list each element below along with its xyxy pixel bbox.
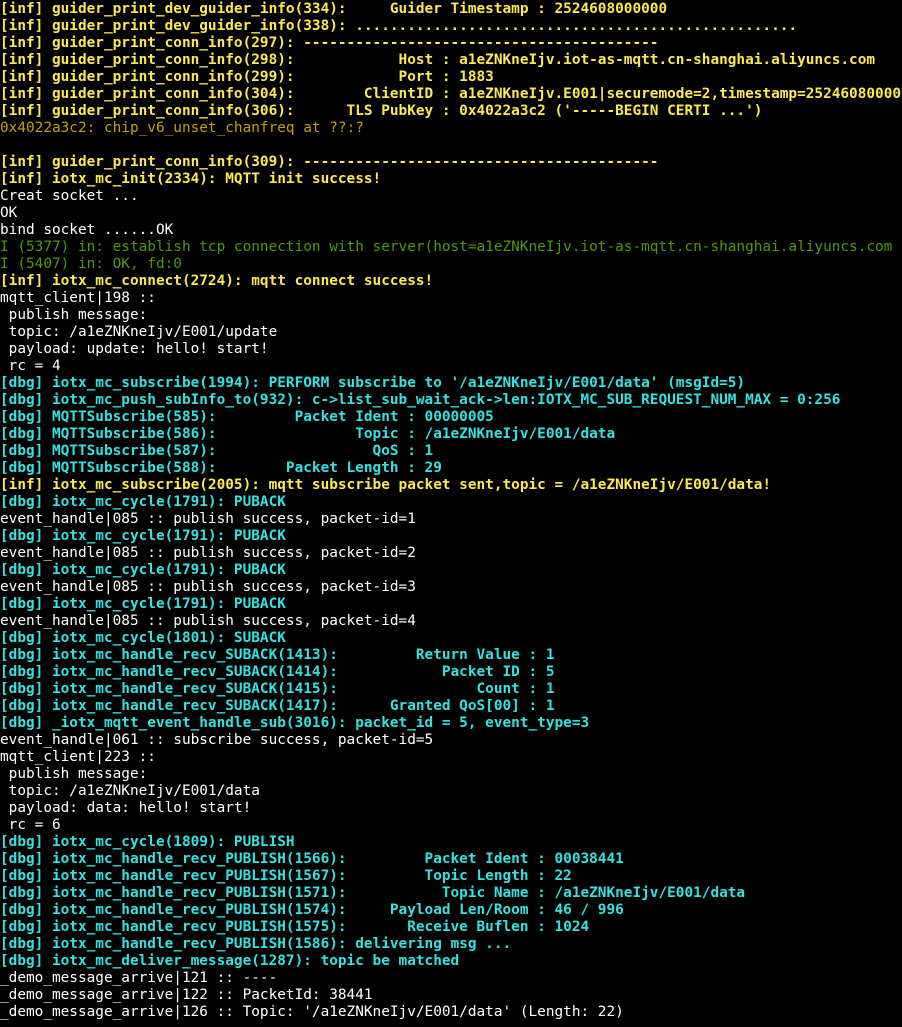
terminal-line: [inf] guider_print_conn_info(304): Clien…: [0, 86, 902, 102]
terminal-line: event_handle|085 :: publish success, pac…: [0, 545, 416, 561]
terminal-line: [dbg] MQTTSubscribe(585): Packet Ident :…: [0, 409, 494, 425]
terminal-line: [inf] guider_print_dev_guider_info(338):…: [0, 18, 798, 34]
terminal-line: OK: [0, 205, 18, 221]
terminal-line: _demo_message_arrive|122 :: PacketId: 38…: [0, 987, 373, 1003]
terminal-line: [inf] guider_print_conn_info(309): -----…: [0, 154, 659, 170]
terminal-line: [dbg] iotx_mc_handle_recv_PUBLISH(1586):…: [0, 936, 512, 952]
terminal-line: I (5377) in: establish tcp connection wi…: [0, 239, 893, 255]
terminal-line: event_handle|085 :: publish success, pac…: [0, 511, 416, 527]
terminal-line: [inf] iotx_mc_subscribe(2005): mqtt subs…: [0, 477, 772, 493]
terminal-line: I (5407) in: OK, fd:0: [0, 256, 182, 272]
terminal-line: mqtt_client|198 ::: [0, 290, 156, 306]
terminal-output[interactable]: [inf] guider_print_dev_guider_info(334):…: [0, 0, 902, 1027]
terminal-line: event_handle|061 :: subscribe success, p…: [0, 732, 434, 748]
terminal-line: [dbg] iotx_mc_cycle(1801): SUBACK: [0, 630, 286, 646]
terminal-line: publish message:: [0, 766, 148, 782]
terminal-line: [dbg] iotx_mc_handle_recv_PUBLISH(1566):…: [0, 851, 624, 867]
terminal-line: payload: update: hello! start!: [0, 341, 269, 357]
terminal-line: [dbg] _iotx_mqtt_event_handle_sub(3016):…: [0, 715, 590, 731]
terminal-line: rc = 6: [0, 817, 61, 833]
terminal-line: [dbg] MQTTSubscribe(587): QoS : 1: [0, 443, 434, 459]
terminal-line: [dbg] iotx_mc_push_subInfo_to(932): c->l…: [0, 392, 841, 408]
terminal-line: 0x4022a3c2: chip_v6_unset_chanfreq at ??…: [0, 120, 364, 136]
terminal-line: [dbg] iotx_mc_cycle(1791): PUBACK: [0, 596, 286, 612]
terminal-line: Creat socket ...: [0, 188, 139, 204]
terminal-line: [dbg] MQTTSubscribe(588): Packet Length …: [0, 460, 442, 476]
terminal-line: _demo_message_arrive|126 :: Topic: '/a1e…: [0, 1004, 624, 1020]
terminal-line: topic: /a1eZNKneIjv/E001/update: [0, 324, 278, 340]
terminal-line: [inf] guider_print_conn_info(297): -----…: [0, 35, 659, 51]
terminal-line: [dbg] iotx_mc_deliver_message(1287): top…: [0, 953, 460, 969]
terminal-line: [dbg] iotx_mc_subscribe(1994): PERFORM s…: [0, 375, 746, 391]
terminal-line: mqtt_client|223 ::: [0, 749, 156, 765]
terminal-line: [dbg] iotx_mc_handle_recv_SUBACK(1415): …: [0, 681, 555, 697]
terminal-line: event_handle|085 :: publish success, pac…: [0, 579, 416, 595]
terminal-line: topic: /a1eZNKneIjv/E001/data: [0, 783, 260, 799]
terminal-line: event_handle|085 :: publish success, pac…: [0, 613, 416, 629]
terminal-line: [dbg] MQTTSubscribe(586): Topic : /a1eZN…: [0, 426, 616, 442]
terminal-line: [dbg] iotx_mc_handle_recv_PUBLISH(1574):…: [0, 902, 624, 918]
terminal-line: publish message:: [0, 307, 148, 323]
terminal-line: [inf] guider_print_conn_info(306): TLS P…: [0, 103, 763, 119]
terminal-line: [dbg] iotx_mc_cycle(1791): PUBACK: [0, 494, 286, 510]
terminal-line: [dbg] iotx_mc_handle_recv_SUBACK(1414): …: [0, 664, 555, 680]
terminal-line: [dbg] iotx_mc_cycle(1791): PUBACK: [0, 562, 286, 578]
terminal-line: [dbg] iotx_mc_handle_recv_PUBLISH(1567):…: [0, 868, 572, 884]
terminal-line: [dbg] iotx_mc_cycle(1809): PUBLISH: [0, 834, 295, 850]
terminal-line: _demo_message_arrive|121 :: ----: [0, 970, 278, 986]
terminal-line: bind socket ......OK: [0, 222, 174, 238]
terminal-line: [dbg] iotx_mc_handle_recv_SUBACK(1417): …: [0, 698, 555, 714]
terminal-line: rc = 4: [0, 358, 61, 374]
terminal-line: [inf] iotx_mc_connect(2724): mqtt connec…: [0, 273, 434, 289]
terminal-line: [dbg] iotx_mc_handle_recv_SUBACK(1413): …: [0, 647, 555, 663]
terminal-line: [inf] iotx_mc_init(2334): MQTT init succ…: [0, 171, 382, 187]
terminal-line: [inf] guider_print_dev_guider_info(334):…: [0, 1, 668, 17]
terminal-line: [dbg] iotx_mc_cycle(1791): PUBACK: [0, 528, 286, 544]
terminal-line: [inf] guider_print_conn_info(298): Host …: [0, 52, 876, 68]
terminal-line: payload: data: hello! start!: [0, 800, 252, 816]
terminal-line: [dbg] iotx_mc_handle_recv_PUBLISH(1575):…: [0, 919, 590, 935]
terminal-line: [dbg] iotx_mc_handle_recv_PUBLISH(1571):…: [0, 885, 746, 901]
terminal-line: [inf] guider_print_conn_info(299): Port …: [0, 69, 494, 85]
